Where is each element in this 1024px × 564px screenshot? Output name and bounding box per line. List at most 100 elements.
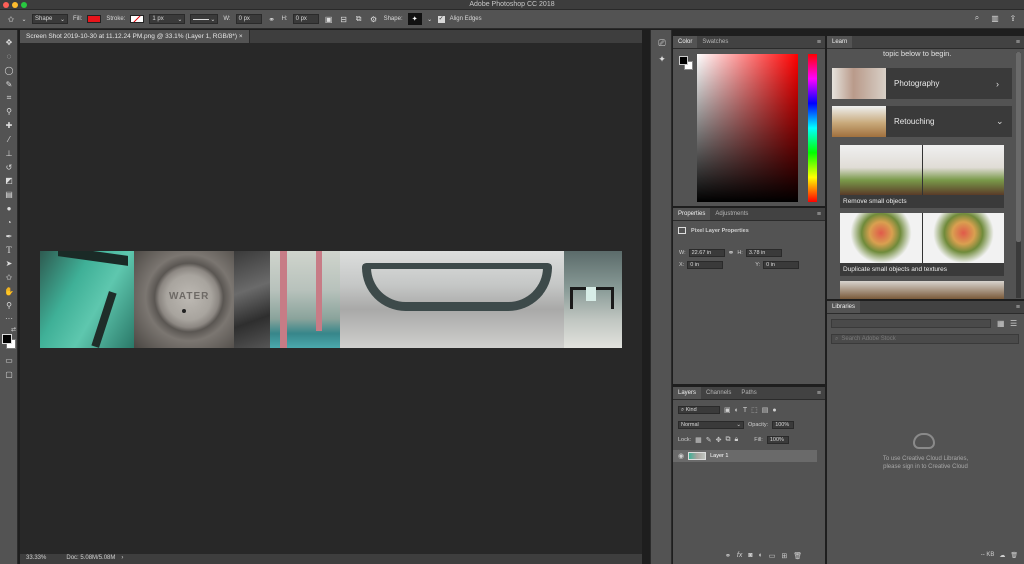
tutorial-card[interactable]: Remove small objects [840,145,1004,208]
quick-mask-icon[interactable]: ▭ [0,354,18,368]
custom-shape-icon[interactable]: ✩ [6,14,16,24]
creative-cloud-status-icon[interactable]: ☁ [999,552,1005,559]
eraser-tool-icon[interactable]: ◩ [0,174,18,188]
lock-image-icon[interactable]: ✎ [706,436,712,444]
learn-scrollbar[interactable] [1016,52,1021,298]
quick-select-tool-icon[interactable]: ✎ [0,77,18,91]
delete-layer-icon[interactable]: 🗑︎ [793,552,802,560]
trash-icon[interactable]: 🗑︎ [1010,552,1018,559]
fx-icon[interactable]: fx [737,552,742,560]
chevron-down-icon[interactable]: ⌄ [427,14,433,24]
tab-swatches[interactable]: Swatches [697,36,733,48]
fill-swatch[interactable] [87,15,102,23]
hand-tool-icon[interactable]: ✋ [0,284,18,298]
visibility-eye-icon[interactable]: ◉ [678,452,684,460]
panel-menu-icon[interactable]: ≡ [817,211,821,218]
stamp-tool-icon[interactable]: ⊥ [0,146,18,160]
blur-tool-icon[interactable]: ● [0,202,18,216]
adjustment-layer-icon[interactable]: ◐ [759,552,763,560]
tab-libraries[interactable]: Libraries [827,301,861,313]
dodge-tool-icon[interactable]: ◔ [0,215,18,229]
panel-menu-icon[interactable]: ≡ [817,39,821,46]
filter-pixel-icon[interactable]: ▣ [724,406,731,414]
stroke-width-field[interactable]: 1 px ⌄ [149,14,186,24]
workspace-icon[interactable]: ▥ [990,13,1000,23]
scrollbar-thumb[interactable] [1016,52,1021,242]
color-swatches[interactable] [0,332,17,354]
lock-transparent-icon[interactable]: ▦ [695,436,702,444]
path-operations-icon[interactable]: ▣ [324,14,334,24]
path-select-tool-icon[interactable]: ➤ [0,257,18,271]
path-alignment-icon[interactable]: ⊟ [339,14,349,24]
shape-picker[interactable]: ✦ [407,13,422,25]
zoom-tool-icon[interactable]: ⚲ [0,298,18,312]
chevron-down-icon[interactable]: ⌄ [21,14,27,24]
close-tab-icon[interactable]: × [239,33,243,40]
topic-retouching[interactable]: Retouching ⌄ [832,106,1012,137]
screen-mode-icon[interactable]: ▢ [0,368,18,382]
tab-learn[interactable]: Learn [827,36,853,48]
history-brush-tool-icon[interactable]: ↺ [0,160,18,174]
more-tools-icon[interactable]: ··· [0,312,18,326]
layer-height-field[interactable]: 3.78 in [745,248,782,257]
document-image[interactable]: WATER [40,251,622,348]
width-field[interactable]: 0 px [235,14,262,24]
layer-x-field[interactable]: 0 in [687,261,724,269]
link-icon[interactable]: ⚭ [267,14,277,24]
custom-shape-tool-icon[interactable]: ✩ [0,271,18,285]
chevron-right-icon[interactable]: › [121,555,123,563]
history-panel-icon[interactable]: ⎚ [651,36,673,50]
brush-tool-icon[interactable]: ⁄ [0,133,18,147]
path-arrangement-icon[interactable]: ⧉ [354,14,364,24]
lock-artboard-icon[interactable]: ⧉ [726,436,731,444]
foreground-color[interactable] [2,333,12,344]
lasso-tool-icon[interactable]: ◯ [0,64,18,78]
new-group-icon[interactable]: ▭ [769,552,776,560]
stock-search-input[interactable]: ⌕ Search Adobe Stock [831,334,1019,344]
filter-kind-select[interactable]: ⌕ Kind [678,406,720,414]
gear-icon[interactable]: ⚙ [369,14,379,24]
link-layers-icon[interactable]: ⚭ [725,552,731,560]
filter-adjustment-icon[interactable]: ◐ [735,407,739,414]
tutorial-card[interactable] [840,281,1004,299]
link-icon[interactable]: ⚭ [728,248,735,257]
add-mask-icon[interactable]: ◙ [748,552,752,560]
zoom-level[interactable]: 33.33% [26,555,46,563]
panel-menu-icon[interactable]: ≡ [817,390,821,397]
stroke-type-select[interactable]: ⌄ [190,14,219,24]
marquee-tool-icon[interactable]: ◌ [0,50,18,64]
tutorial-card[interactable]: Duplicate small objects and textures [840,213,1004,276]
list-view-icon[interactable]: ☰ [1010,319,1017,328]
type-tool-icon[interactable]: T [0,243,18,257]
move-tool-icon[interactable]: ✥ [0,36,18,50]
stroke-swatch[interactable] [130,15,145,23]
topic-photography[interactable]: Photography › [832,68,1012,99]
panel-menu-icon[interactable]: ≡ [1016,304,1020,311]
layer-width-field[interactable]: 22.67 in [688,248,725,257]
tab-adjustments[interactable]: Adjustments [710,208,753,220]
tab-properties[interactable]: Properties [673,208,711,220]
document-tab[interactable]: Screen Shot 2019-10-30 at 11.12.24 PM.pn… [20,30,250,43]
fill-field[interactable]: 100% [766,436,789,444]
gradient-tool-icon[interactable]: ▤ [0,188,18,202]
crop-tool-icon[interactable]: ⌗ [0,91,18,105]
lock-position-icon[interactable]: ✥ [716,436,722,444]
opacity-field[interactable]: 100% [772,421,795,429]
layer-y-field[interactable]: 0 in [763,261,800,269]
color-field[interactable] [697,54,798,202]
tab-layers[interactable]: Layers [673,387,702,399]
lock-all-icon[interactable]: 🔒︎ [735,436,739,444]
tab-paths[interactable]: Paths [736,387,761,399]
search-icon[interactable]: ⌕ [972,13,982,23]
filter-type-icon[interactable]: T [743,407,747,414]
share-icon[interactable]: ⇪ [1008,13,1018,23]
grid-view-icon[interactable]: ▦ [997,319,1005,328]
filter-toggle-icon[interactable]: ● [772,407,776,414]
hue-slider[interactable] [808,54,817,202]
tab-channels[interactable]: Channels [701,387,736,399]
height-field[interactable]: 0 px [292,14,319,24]
brush-panel-icon[interactable]: ✦ [651,52,673,66]
filter-smart-object-icon[interactable]: ▤ [762,406,769,414]
panel-menu-icon[interactable]: ≡ [1016,39,1020,46]
layer-row[interactable]: ◉ Layer 1 [673,450,817,462]
